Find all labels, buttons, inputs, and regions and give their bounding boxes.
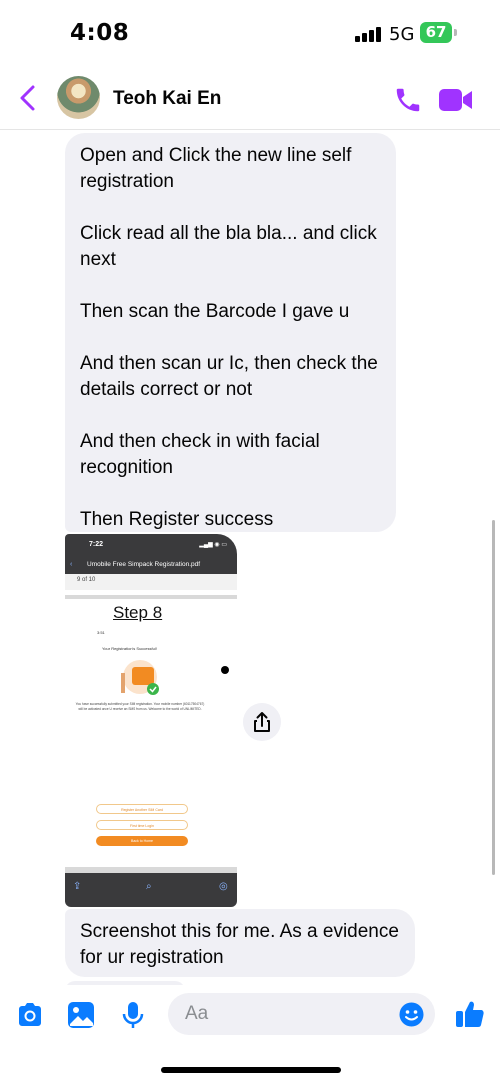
screenshot-success-title: Your Registration's Successful! <box>102 646 157 651</box>
status-time: 4:08 <box>70 20 130 46</box>
screenshot-first-login-button: First time Login <box>96 820 188 830</box>
message-bubble[interactable]: Screenshot this for me. As a evidence fo… <box>65 909 415 977</box>
screenshot-back-icon: ‹ <box>70 561 73 568</box>
screenshot-time: 7:22 <box>89 541 104 548</box>
success-illustration-icon <box>121 660 159 695</box>
network-label: 5G <box>389 24 415 45</box>
screenshot-search-icon: ⌕ <box>146 881 152 892</box>
message-bubble[interactable]: Open and Click the new line self registr… <box>65 133 396 532</box>
screenshot-inner-time: 3:51 <box>97 630 105 635</box>
composer: Aa <box>0 986 500 1084</box>
home-indicator <box>161 1067 341 1073</box>
camera-icon[interactable] <box>15 1000 45 1030</box>
screenshot-page-label: 9 of 10 <box>77 577 96 583</box>
screenshot-status-icons: ▂▄▆ ◉ ▭ <box>199 542 227 548</box>
screenshot-step-title: Step 8 <box>113 603 163 622</box>
message-input-placeholder: Aa <box>185 1003 209 1024</box>
screenshot-markup-icon: ◎ <box>219 881 228 892</box>
screenshot-file-title: Umobile Free Simpack Registration.pdf <box>87 561 201 568</box>
share-icon[interactable] <box>243 703 281 741</box>
screenshot-page-bar: 9 of 10 <box>65 574 237 590</box>
thumbs-up-icon[interactable] <box>454 998 486 1030</box>
shared-screenshot[interactable]: 7:22 ▂▄▆ ◉ ▭ ‹ Umobile Free Simpack Regi… <box>65 534 237 907</box>
message-input[interactable]: Aa <box>168 993 435 1035</box>
back-chevron-icon[interactable] <box>16 84 40 112</box>
battery-cap <box>454 29 457 36</box>
microphone-icon[interactable] <box>118 1000 148 1030</box>
screenshot-back-home-button: Back to Home <box>96 836 188 846</box>
battery-icon: 67 <box>420 22 452 43</box>
conversation-header: Teoh Kai En <box>0 66 500 130</box>
emoji-icon[interactable] <box>399 1002 424 1027</box>
screenshot-divider <box>65 595 237 599</box>
screenshot-share-icon: ⇪ <box>73 881 82 892</box>
message-thread[interactable]: Open and Click the new line self registr… <box>0 131 500 985</box>
signal-icon <box>355 26 381 42</box>
screenshot-success-text: You have successfully submitted your SIM… <box>75 702 205 711</box>
gallery-icon[interactable] <box>66 1000 96 1030</box>
screenshot-register-another-button: Register Another SIM Card <box>96 804 188 814</box>
cursor-dot <box>221 666 229 674</box>
screenshot-status-bar: 7:22 ▂▄▆ ◉ ▭ ‹ Umobile Free Simpack Regi… <box>65 534 237 574</box>
scrollbar[interactable] <box>492 520 495 875</box>
status-bar: 4:08 5G 67 <box>0 0 500 66</box>
video-camera-icon[interactable] <box>438 87 474 113</box>
phone-icon[interactable] <box>393 85 423 115</box>
avatar[interactable] <box>57 76 100 119</box>
contact-name[interactable]: Teoh Kai En <box>113 88 221 110</box>
screenshot-toolbar: ⇪ ⌕ ◎ <box>65 873 237 907</box>
message-bubble-partial[interactable] <box>65 981 185 985</box>
